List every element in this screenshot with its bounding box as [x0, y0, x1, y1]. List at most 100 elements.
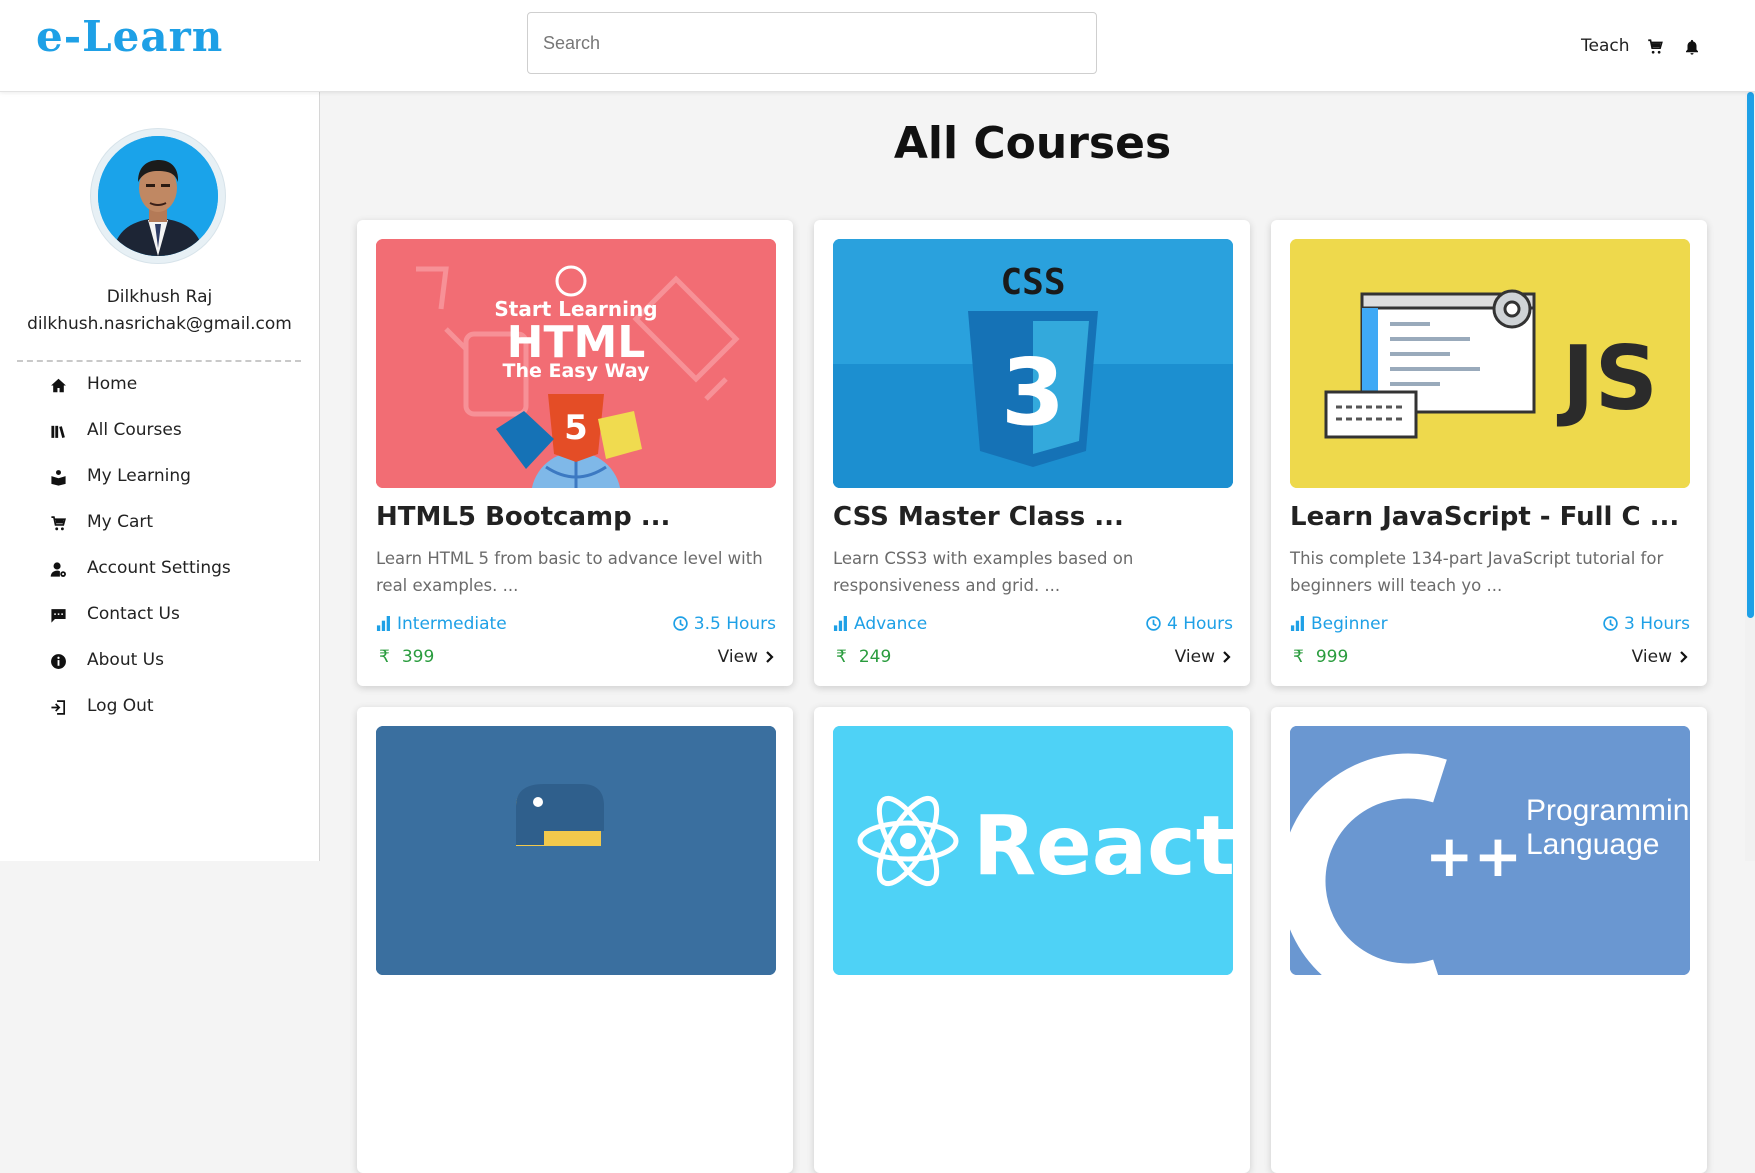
course-price: ₹999 — [1293, 647, 1348, 667]
course-card[interactable]: CSS 3 CSS Master Class ... Learn CSS3 wi… — [814, 220, 1250, 686]
course-thumbnail: Start Learning HTML The Easy Way 5 — [376, 239, 776, 488]
course-card[interactable]: Start Learning HTML The Easy Way 5 HTML5… — [357, 220, 793, 686]
sidebar-item-label: Account Settings — [87, 558, 231, 578]
books-icon — [51, 425, 65, 438]
cart-icon[interactable] — [1646, 38, 1664, 56]
rupee-icon: ₹ — [1293, 647, 1304, 667]
course-price: ₹249 — [836, 647, 891, 667]
bar-chart-icon — [833, 616, 847, 631]
price-value: 249 — [858, 647, 892, 667]
sidebar-item-account-settings[interactable]: Account Settings — [0, 546, 319, 592]
level-label: Advance — [854, 614, 928, 634]
course-duration: 3 Hours — [1603, 614, 1690, 634]
sidebar-item-label: About Us — [87, 650, 164, 670]
course-card[interactable]: React — [814, 707, 1250, 1173]
cart-icon — [51, 516, 66, 531]
scrollbar-thumb[interactable] — [1747, 92, 1754, 618]
user-gear-icon — [50, 562, 66, 577]
duration-label: 4 Hours — [1166, 614, 1233, 634]
sidebar-item-label: Log Out — [87, 696, 154, 716]
chat-icon — [51, 609, 66, 623]
home-icon — [51, 378, 66, 393]
rupee-icon: ₹ — [836, 647, 847, 667]
course-card[interactable]: Programmin Language ++ — [1271, 707, 1707, 1173]
price-value: 399 — [401, 647, 435, 667]
view-label: View — [1631, 647, 1672, 667]
duration-label: 3.5 Hours — [693, 614, 776, 634]
page-scrollbar[interactable] — [1745, 92, 1755, 861]
profile-photo — [98, 136, 218, 256]
avatar-frame — [91, 129, 225, 263]
course-title[interactable]: Learn JavaScript - Full C ... — [1290, 502, 1679, 532]
thumb-text: React — [973, 799, 1233, 894]
user-name: Dilkhush Raj — [106, 287, 213, 307]
sidebar-item-my-learning[interactable]: My Learning — [0, 454, 319, 500]
course-title[interactable]: HTML5 Bootcamp ... — [376, 502, 670, 532]
sidebar: Dilkhush Raj dilkhush.nasrichak@gmail.co… — [0, 92, 320, 861]
sidebar-item-log-out[interactable]: Log Out — [0, 684, 319, 730]
course-description: Learn CSS3 with examples based on respon… — [833, 549, 1134, 595]
bar-chart-icon — [1290, 616, 1304, 631]
sidebar-item-label: Contact Us — [87, 604, 180, 624]
js-course-image: JS — [1290, 239, 1690, 488]
chevron-right-icon — [1680, 651, 1688, 663]
css-course-image: CSS 3 — [833, 239, 1233, 488]
sidebar-item-label: All Courses — [87, 420, 182, 440]
view-course-button[interactable]: View — [718, 647, 776, 667]
course-description: This complete 134-part JavaScript tutori… — [1290, 549, 1664, 595]
sidebar-item-my-cart[interactable]: My Cart — [0, 500, 319, 546]
view-label: View — [1174, 647, 1215, 667]
course-thumbnail: CSS 3 — [833, 239, 1233, 488]
react-course-image: React — [833, 726, 1233, 975]
course-card[interactable]: JS Learn JavaScript - Full C ... This co… — [1271, 220, 1707, 686]
thumb-text: JS — [1557, 327, 1658, 430]
clock-icon — [1146, 616, 1161, 631]
python-course-image — [376, 726, 776, 975]
level-label: Intermediate — [397, 614, 507, 634]
sidebar-nav: Home All Courses My Learning My Cart Acc… — [0, 362, 319, 730]
top-header: e-Learn Teach — [0, 0, 1755, 92]
course-thumbnail: React — [833, 726, 1233, 975]
thumb-text: ++ — [1425, 822, 1522, 890]
thumb-text: 3 — [1001, 339, 1065, 446]
course-title[interactable]: CSS Master Class ... — [833, 502, 1124, 532]
cpp-course-image: Programmin Language ++ — [1290, 726, 1690, 975]
search-input[interactable] — [527, 12, 1097, 74]
course-duration: 3.5 Hours — [673, 614, 776, 634]
page-title: All Courses — [893, 118, 1172, 169]
sidebar-item-about-us[interactable]: About Us — [0, 638, 319, 684]
thumb-text: The Easy Way — [503, 360, 651, 382]
avatar[interactable] — [98, 136, 218, 256]
course-card[interactable] — [357, 707, 793, 1173]
teach-link[interactable]: Teach — [1581, 36, 1630, 56]
course-level: Advance — [833, 614, 927, 634]
sidebar-item-home[interactable]: Home — [0, 362, 319, 408]
chevron-right-icon — [1223, 651, 1231, 663]
thumb-text: Programmin — [1526, 794, 1689, 827]
course-price: ₹399 — [379, 647, 434, 667]
level-label: Beginner — [1311, 614, 1388, 634]
site-logo[interactable]: e-Learn — [36, 12, 223, 61]
bell-icon[interactable] — [1683, 38, 1701, 56]
logout-icon — [51, 700, 66, 715]
info-icon — [51, 654, 66, 669]
course-thumbnail: JS — [1290, 239, 1690, 488]
view-course-button[interactable]: View — [1632, 647, 1690, 667]
duration-label: 3 Hours — [1623, 614, 1690, 634]
thumb-text: Language — [1526, 828, 1659, 861]
svg-text:5: 5 — [564, 408, 588, 448]
view-course-button[interactable]: View — [1175, 647, 1233, 667]
bar-chart-icon — [376, 616, 390, 631]
chevron-right-icon — [766, 651, 774, 663]
course-duration: 4 Hours — [1146, 614, 1233, 634]
clock-icon — [673, 616, 688, 631]
sidebar-item-label: Home — [87, 374, 138, 394]
reader-icon — [51, 470, 66, 486]
sidebar-item-all-courses[interactable]: All Courses — [0, 408, 319, 454]
view-label: View — [717, 647, 758, 667]
course-description: Learn HTML 5 from basic to advance level… — [376, 549, 763, 595]
sidebar-item-label: My Learning — [87, 466, 191, 486]
sidebar-item-contact-us[interactable]: Contact Us — [0, 592, 319, 638]
rupee-icon: ₹ — [379, 647, 390, 667]
price-value: 999 — [1315, 647, 1349, 667]
